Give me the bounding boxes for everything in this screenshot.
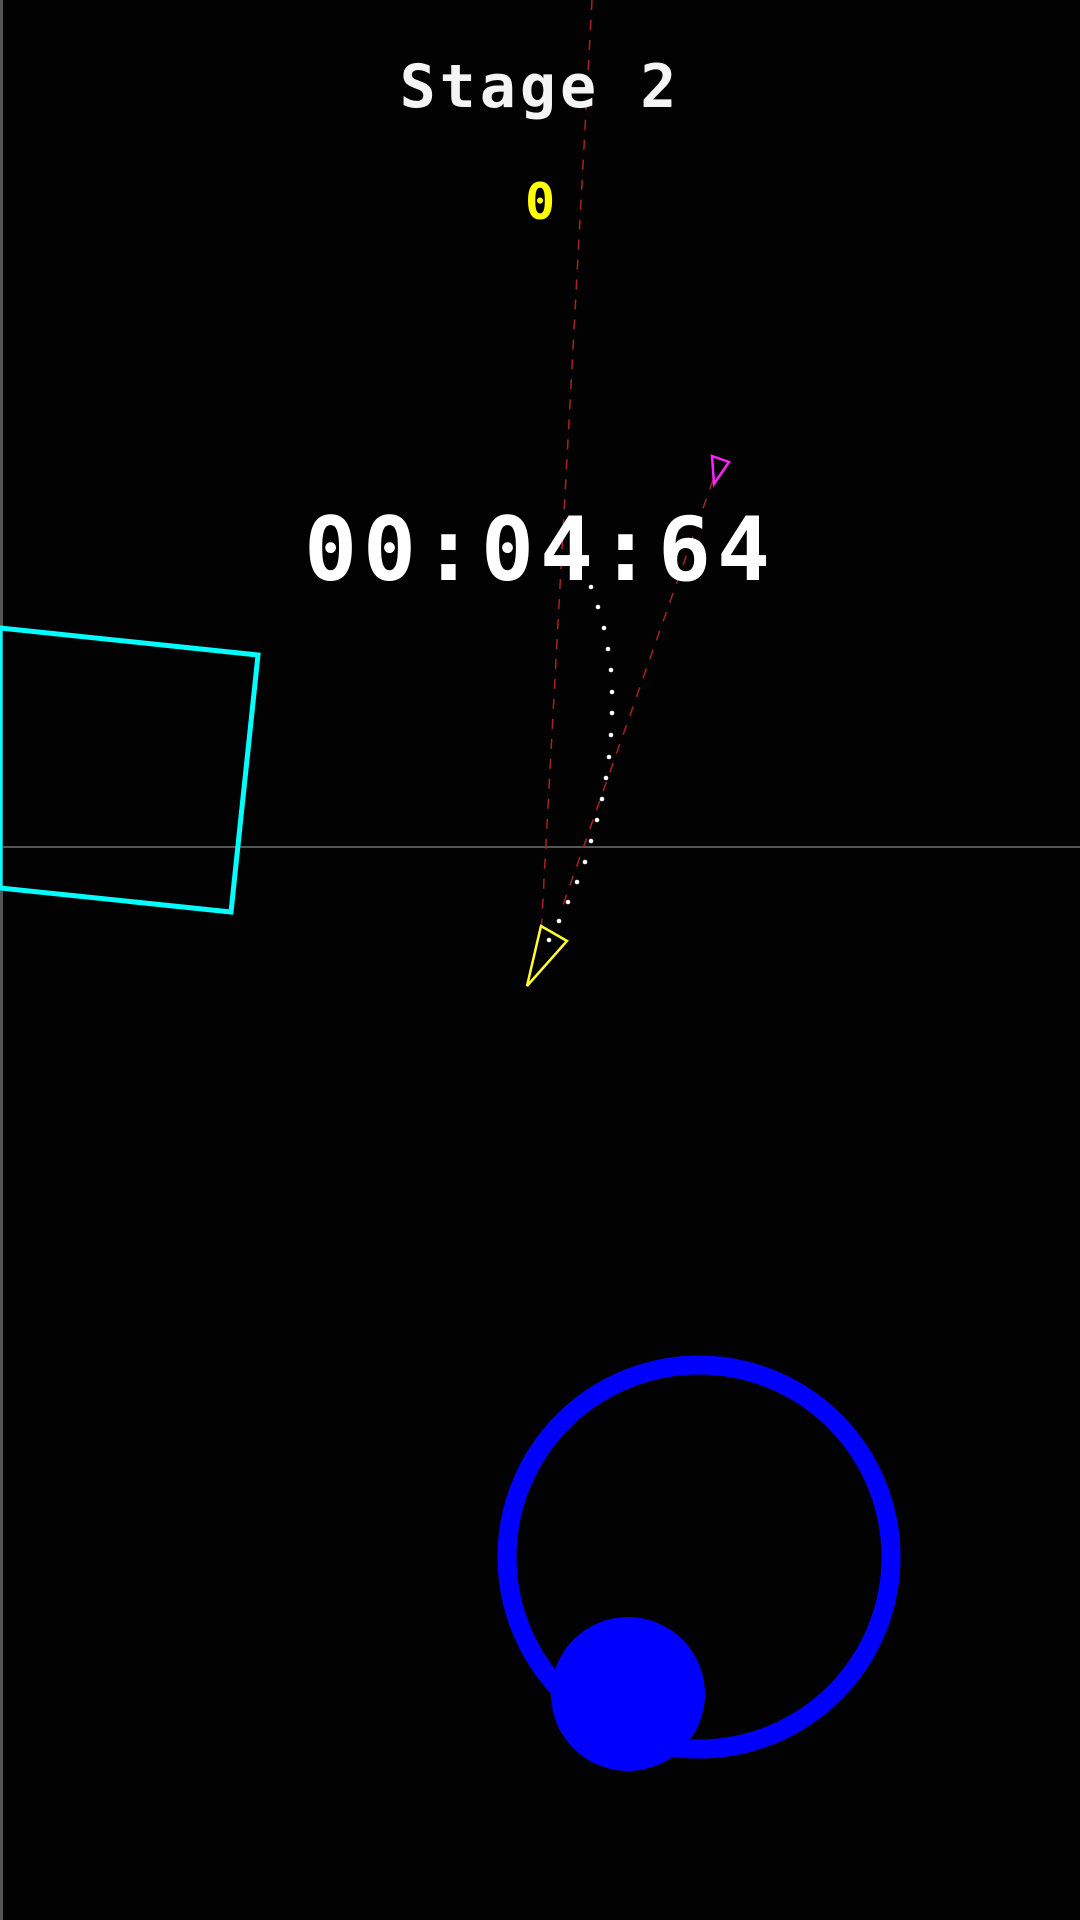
game-screen[interactable]: Stage 2 0 00:04:64 [0, 0, 1080, 1920]
trajectory-dots [546, 584, 615, 943]
player-ship-icon [525, 924, 569, 987]
rotating-square-obstacle [0, 625, 261, 915]
play-field[interactable] [0, 0, 1080, 1920]
score-counter: 0 [524, 173, 556, 231]
aim-line-vertical [540, 0, 593, 936]
joystick-knob[interactable] [551, 1617, 705, 1771]
elapsed-timer: 00:04:64 [304, 498, 776, 601]
stage-label: Stage 2 [399, 52, 681, 122]
enemy-ship-icon [710, 454, 731, 488]
